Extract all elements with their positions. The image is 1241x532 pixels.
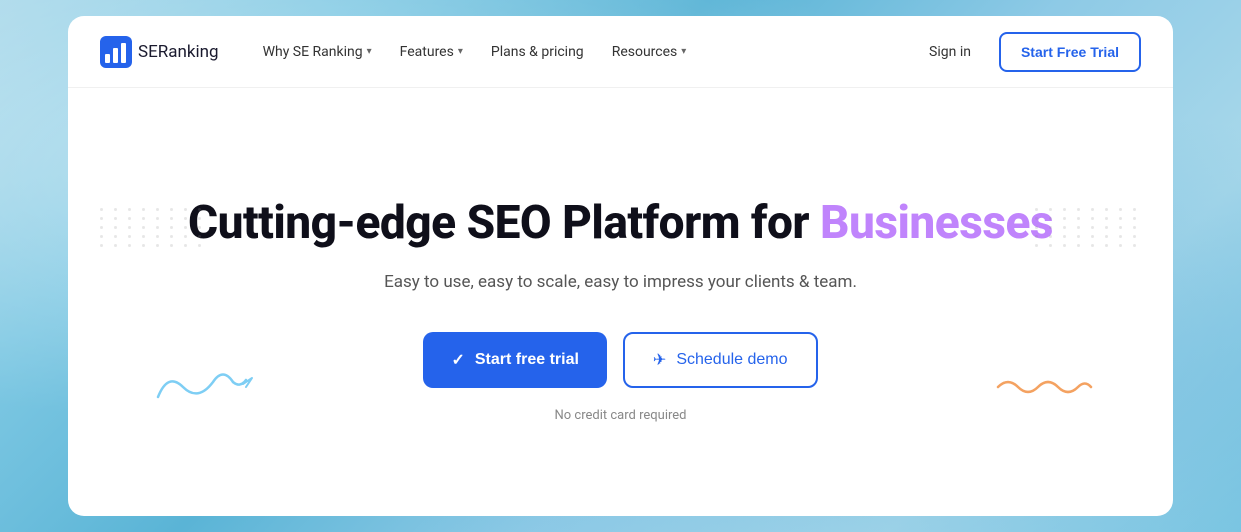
check-circle-icon: ✓ xyxy=(451,350,464,370)
wave-decoration-right xyxy=(993,372,1093,406)
nav-item-why[interactable]: Why SE Ranking ▾ xyxy=(251,36,384,68)
no-credit-card-text: No credit card required xyxy=(555,408,687,423)
chevron-down-icon: ▾ xyxy=(458,46,463,57)
sign-in-button[interactable]: Sign in xyxy=(917,36,983,68)
hero-buttons: ✓ Start free trial ✈ Schedule demo xyxy=(423,332,817,388)
start-free-trial-button-nav[interactable]: Start Free Trial xyxy=(999,32,1141,72)
navbar: SERanking Why SE Ranking ▾ Features ▾ Pl… xyxy=(68,16,1173,88)
chevron-down-icon: ▾ xyxy=(681,46,686,57)
paper-plane-icon: ✈ xyxy=(653,350,666,370)
dots-decoration-right xyxy=(1035,208,1141,247)
main-card: SERanking Why SE Ranking ▾ Features ▾ Pl… xyxy=(68,16,1173,516)
schedule-demo-button[interactable]: ✈ Schedule demo xyxy=(623,332,818,388)
dots-decoration-left xyxy=(100,208,206,247)
hero-section: Cutting-edge SEO Platform for Businesses… xyxy=(68,88,1173,516)
logo[interactable]: SERanking xyxy=(100,36,219,68)
start-free-trial-button[interactable]: ✓ Start free trial xyxy=(423,332,606,388)
logo-text: SERanking xyxy=(138,42,219,62)
hero-title: Cutting-edge SEO Platform for Businesses xyxy=(188,197,1053,250)
nav-item-resources[interactable]: Resources ▾ xyxy=(600,36,699,68)
nav-item-features[interactable]: Features ▾ xyxy=(388,36,475,68)
squiggle-decoration-left xyxy=(148,362,258,416)
hero-subtitle: Easy to use, easy to scale, easy to impr… xyxy=(384,270,857,296)
nav-item-plans[interactable]: Plans & pricing xyxy=(479,36,596,68)
nav-links: Why SE Ranking ▾ Features ▾ Plans & pric… xyxy=(251,36,917,68)
logo-icon xyxy=(100,36,132,68)
chevron-down-icon: ▾ xyxy=(367,46,372,57)
nav-actions: Sign in Start Free Trial xyxy=(917,32,1141,72)
